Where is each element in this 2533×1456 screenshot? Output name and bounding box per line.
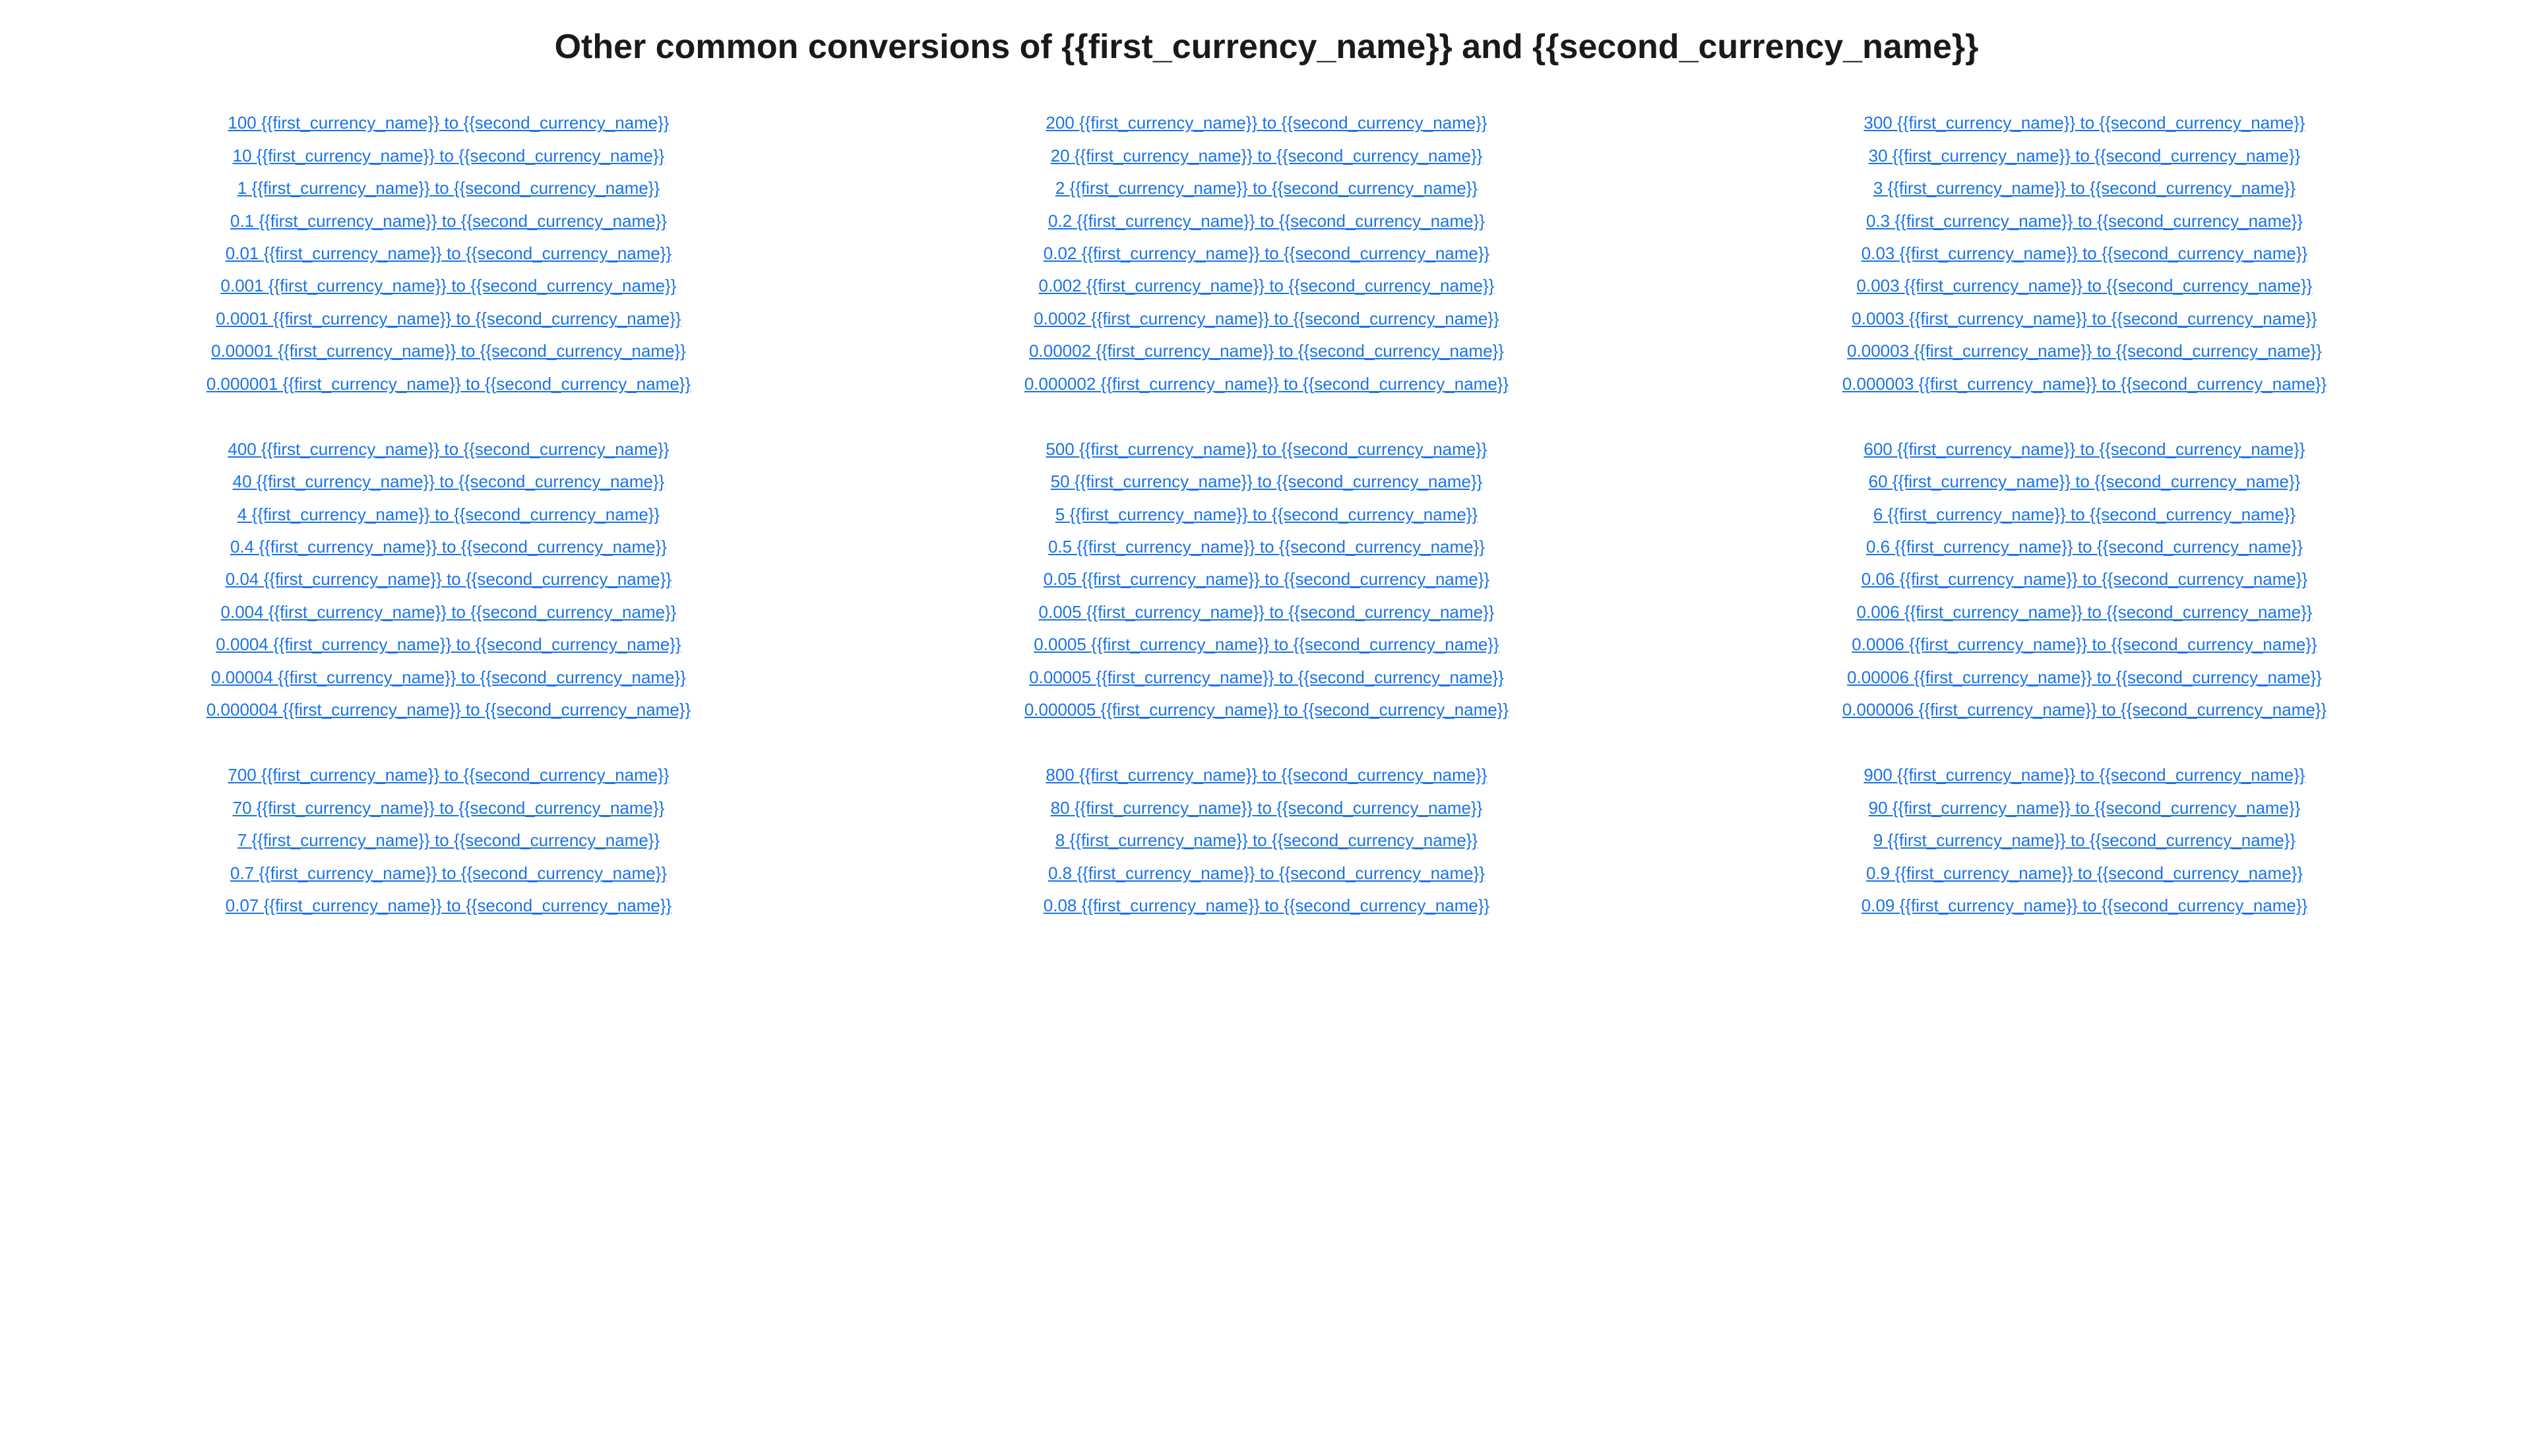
conversion-link[interactable]: 0.002 {{first_currency_name}} to {{secon… — [871, 270, 1662, 302]
conversion-link[interactable]: 700 {{first_currency_name}} to {{second_… — [53, 759, 844, 791]
conversion-link[interactable]: 0.0006 {{first_currency_name}} to {{seco… — [1689, 628, 2480, 661]
conversion-link[interactable]: 0.09 {{first_currency_name}} to {{second… — [1689, 890, 2480, 922]
conversion-link[interactable]: 3 {{first_currency_name}} to {{second_cu… — [1689, 172, 2480, 204]
conversion-link[interactable]: 0.4 {{first_currency_name}} to {{second_… — [53, 531, 844, 563]
conversion-link[interactable]: 40 {{first_currency_name}} to {{second_c… — [53, 466, 844, 498]
column-3: 300 {{first_currency_name}} to {{second_… — [1675, 107, 2493, 955]
conversion-link[interactable]: 5 {{first_currency_name}} to {{second_cu… — [871, 499, 1662, 531]
conversion-link[interactable]: 6 {{first_currency_name}} to {{second_cu… — [1689, 499, 2480, 531]
conversion-link[interactable]: 0.006 {{first_currency_name}} to {{secon… — [1689, 596, 2480, 628]
conversion-link[interactable]: 0.03 {{first_currency_name}} to {{second… — [1689, 237, 2480, 270]
conversion-link[interactable]: 0.01 {{first_currency_name}} to {{second… — [53, 237, 844, 270]
conversion-link[interactable]: 900 {{first_currency_name}} to {{second_… — [1689, 759, 2480, 791]
conversion-link[interactable]: 0.004 {{first_currency_name}} to {{secon… — [53, 596, 844, 628]
conversion-link[interactable]: 2 {{first_currency_name}} to {{second_cu… — [871, 172, 1662, 204]
page-title: Other common conversions of {{first_curr… — [40, 26, 2493, 67]
conversion-link[interactable]: 0.07 {{first_currency_name}} to {{second… — [53, 890, 844, 922]
conversions-grid: 100 {{first_currency_name}} to {{second_… — [40, 107, 2493, 955]
conversion-link[interactable]: 200 {{first_currency_name}} to {{second_… — [871, 107, 1662, 139]
conversion-link[interactable]: 0.5 {{first_currency_name}} to {{second_… — [871, 531, 1662, 563]
conversion-link[interactable]: 0.0001 {{first_currency_name}} to {{seco… — [53, 303, 844, 335]
group-col2-2: 500 {{first_currency_name}} to {{second_… — [871, 433, 1662, 727]
conversion-link[interactable]: 0.000003 {{first_currency_name}} to {{se… — [1689, 368, 2480, 400]
conversion-link[interactable]: 0.1 {{first_currency_name}} to {{second_… — [53, 205, 844, 237]
group-col1-1: 100 {{first_currency_name}} to {{second_… — [53, 107, 844, 400]
conversion-link[interactable]: 0.0002 {{first_currency_name}} to {{seco… — [871, 303, 1662, 335]
conversion-link[interactable]: 0.00001 {{first_currency_name}} to {{sec… — [53, 335, 844, 367]
group-col3-1: 300 {{first_currency_name}} to {{second_… — [1689, 107, 2480, 400]
conversion-link[interactable]: 10 {{first_currency_name}} to {{second_c… — [53, 140, 844, 172]
conversion-link[interactable]: 0.00004 {{first_currency_name}} to {{sec… — [53, 661, 844, 694]
conversion-link[interactable]: 1 {{first_currency_name}} to {{second_cu… — [53, 172, 844, 204]
conversion-link[interactable]: 0.2 {{first_currency_name}} to {{second_… — [871, 205, 1662, 237]
conversion-link[interactable]: 0.00003 {{first_currency_name}} to {{sec… — [1689, 335, 2480, 367]
conversion-link[interactable]: 300 {{first_currency_name}} to {{second_… — [1689, 107, 2480, 139]
conversion-link[interactable]: 0.7 {{first_currency_name}} to {{second_… — [53, 857, 844, 890]
conversion-link[interactable]: 0.8 {{first_currency_name}} to {{second_… — [871, 857, 1662, 890]
conversion-link[interactable]: 0.000005 {{first_currency_name}} to {{se… — [871, 694, 1662, 726]
conversion-link[interactable]: 0.9 {{first_currency_name}} to {{second_… — [1689, 857, 2480, 890]
column-2: 200 {{first_currency_name}} to {{second_… — [858, 107, 1675, 955]
group-col3-2: 600 {{first_currency_name}} to {{second_… — [1689, 433, 2480, 727]
column-1: 100 {{first_currency_name}} to {{second_… — [40, 107, 858, 955]
conversion-link[interactable]: 0.00006 {{first_currency_name}} to {{sec… — [1689, 661, 2480, 694]
conversion-link[interactable]: 80 {{first_currency_name}} to {{second_c… — [871, 792, 1662, 824]
conversion-link[interactable]: 0.0005 {{first_currency_name}} to {{seco… — [871, 628, 1662, 661]
conversion-link[interactable]: 100 {{first_currency_name}} to {{second_… — [53, 107, 844, 139]
conversion-link[interactable]: 50 {{first_currency_name}} to {{second_c… — [871, 466, 1662, 498]
conversion-link[interactable]: 500 {{first_currency_name}} to {{second_… — [871, 433, 1662, 466]
conversion-link[interactable]: 0.000002 {{first_currency_name}} to {{se… — [871, 368, 1662, 400]
conversion-link[interactable]: 70 {{first_currency_name}} to {{second_c… — [53, 792, 844, 824]
conversion-link[interactable]: 9 {{first_currency_name}} to {{second_cu… — [1689, 824, 2480, 857]
conversion-link[interactable]: 0.05 {{first_currency_name}} to {{second… — [871, 563, 1662, 595]
conversion-link[interactable]: 0.00005 {{first_currency_name}} to {{sec… — [871, 661, 1662, 694]
group-col3-3: 900 {{first_currency_name}} to {{second_… — [1689, 759, 2480, 922]
conversion-link[interactable]: 60 {{first_currency_name}} to {{second_c… — [1689, 466, 2480, 498]
conversion-link[interactable]: 600 {{first_currency_name}} to {{second_… — [1689, 433, 2480, 466]
group-col2-3: 800 {{first_currency_name}} to {{second_… — [871, 759, 1662, 922]
group-col1-2: 400 {{first_currency_name}} to {{second_… — [53, 433, 844, 727]
conversion-link[interactable]: 90 {{first_currency_name}} to {{second_c… — [1689, 792, 2480, 824]
conversion-link[interactable]: 0.08 {{first_currency_name}} to {{second… — [871, 890, 1662, 922]
conversion-link[interactable]: 0.000006 {{first_currency_name}} to {{se… — [1689, 694, 2480, 726]
conversion-link[interactable]: 0.0003 {{first_currency_name}} to {{seco… — [1689, 303, 2480, 335]
conversion-link[interactable]: 0.0004 {{first_currency_name}} to {{seco… — [53, 628, 844, 661]
conversion-link[interactable]: 0.06 {{first_currency_name}} to {{second… — [1689, 563, 2480, 595]
conversion-link[interactable]: 30 {{first_currency_name}} to {{second_c… — [1689, 140, 2480, 172]
conversion-link[interactable]: 0.3 {{first_currency_name}} to {{second_… — [1689, 205, 2480, 237]
conversion-link[interactable]: 0.000001 {{first_currency_name}} to {{se… — [53, 368, 844, 400]
conversion-link[interactable]: 4 {{first_currency_name}} to {{second_cu… — [53, 499, 844, 531]
conversion-link[interactable]: 400 {{first_currency_name}} to {{second_… — [53, 433, 844, 466]
conversion-link[interactable]: 0.6 {{first_currency_name}} to {{second_… — [1689, 531, 2480, 563]
conversion-link[interactable]: 0.000004 {{first_currency_name}} to {{se… — [53, 694, 844, 726]
conversion-link[interactable]: 0.005 {{first_currency_name}} to {{secon… — [871, 596, 1662, 628]
conversion-link[interactable]: 0.003 {{first_currency_name}} to {{secon… — [1689, 270, 2480, 302]
conversion-link[interactable]: 0.04 {{first_currency_name}} to {{second… — [53, 563, 844, 595]
group-col2-1: 200 {{first_currency_name}} to {{second_… — [871, 107, 1662, 400]
conversion-link[interactable]: 0.02 {{first_currency_name}} to {{second… — [871, 237, 1662, 270]
group-col1-3: 700 {{first_currency_name}} to {{second_… — [53, 759, 844, 922]
conversion-link[interactable]: 7 {{first_currency_name}} to {{second_cu… — [53, 824, 844, 857]
conversion-link[interactable]: 20 {{first_currency_name}} to {{second_c… — [871, 140, 1662, 172]
conversion-link[interactable]: 8 {{first_currency_name}} to {{second_cu… — [871, 824, 1662, 857]
conversion-link[interactable]: 0.001 {{first_currency_name}} to {{secon… — [53, 270, 844, 302]
conversion-link[interactable]: 800 {{first_currency_name}} to {{second_… — [871, 759, 1662, 791]
conversion-link[interactable]: 0.00002 {{first_currency_name}} to {{sec… — [871, 335, 1662, 367]
